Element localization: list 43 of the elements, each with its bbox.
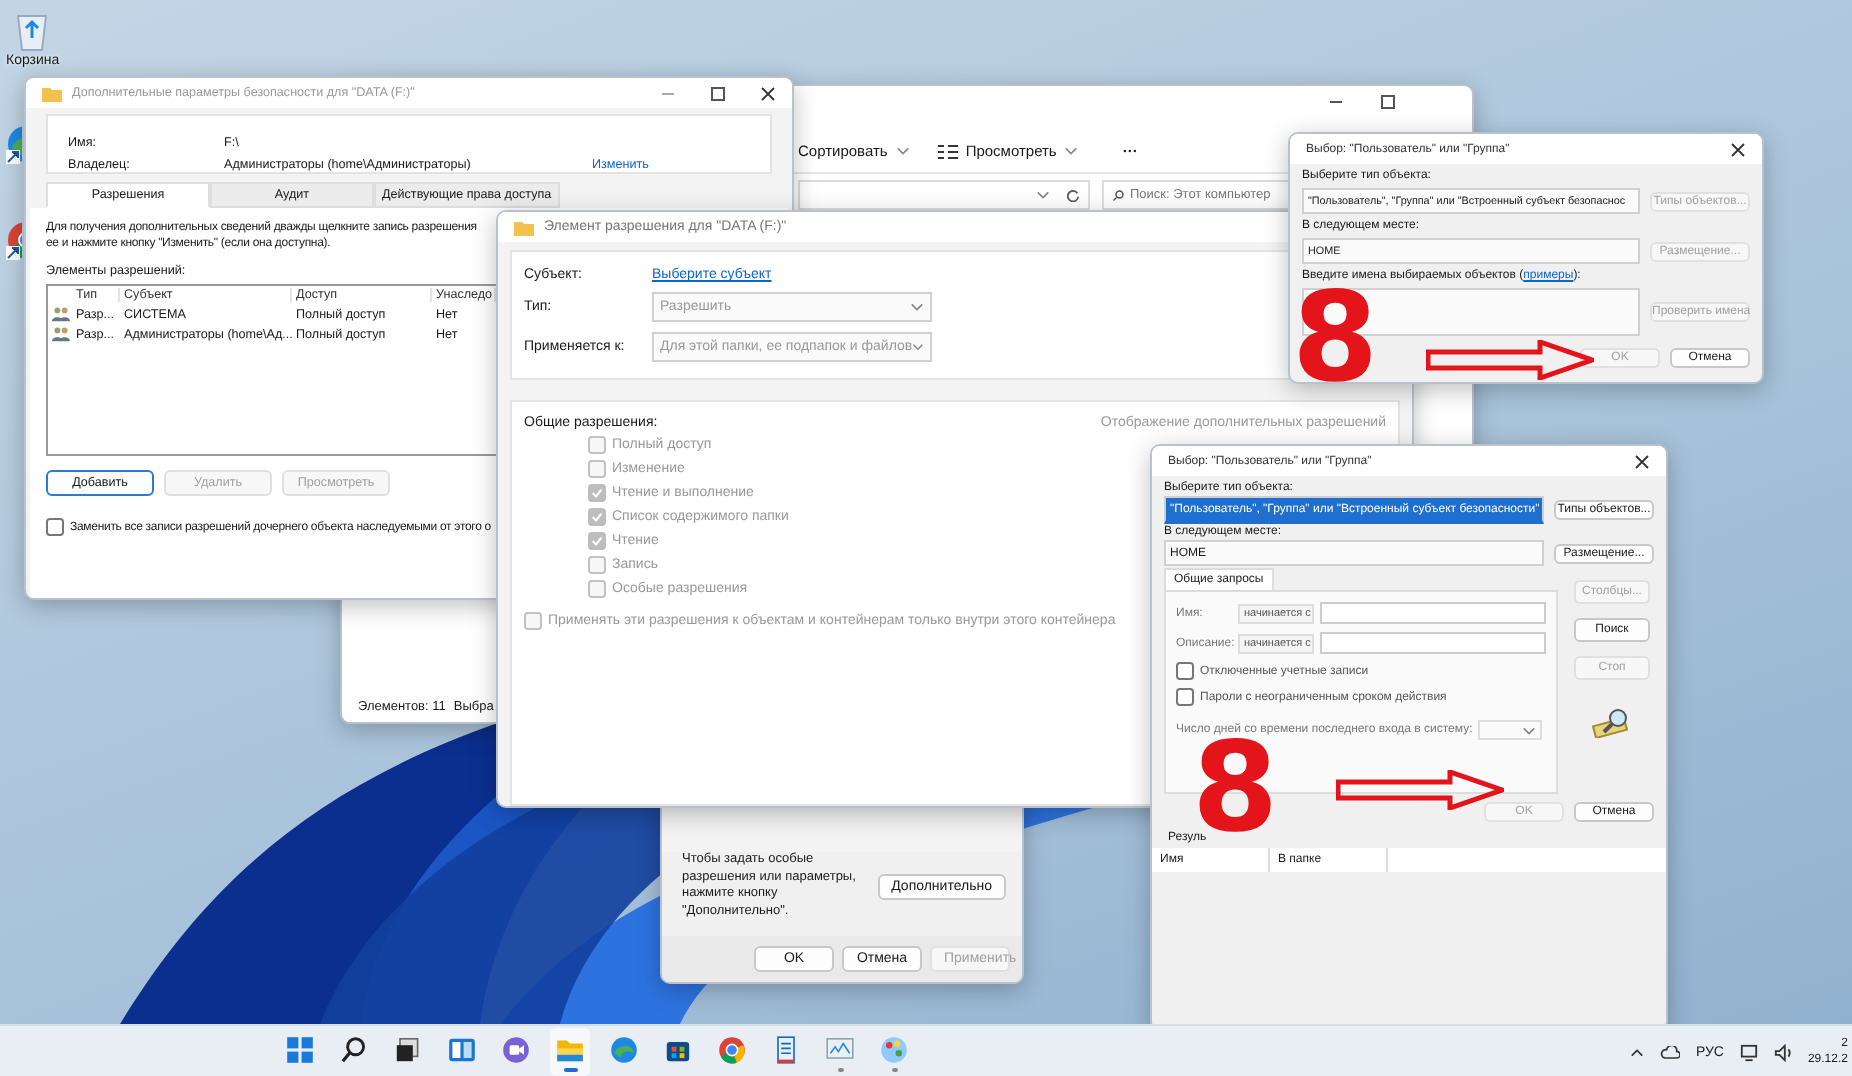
checkbox[interactable] [524, 612, 542, 630]
annotation-number: 8 [1292, 292, 1379, 385]
chat-icon [503, 1036, 529, 1062]
checkbox[interactable] [46, 518, 64, 537]
cloud-icon[interactable] [1659, 1045, 1680, 1059]
checkbox[interactable] [1176, 662, 1194, 680]
search-icon [1590, 706, 1634, 738]
chrome-icon [719, 1036, 745, 1063]
search-icon [1112, 189, 1124, 201]
close-icon[interactable] [1730, 141, 1746, 157]
annotation-number: 8 [1192, 742, 1279, 835]
close-icon[interactable] [1634, 453, 1650, 469]
chevron-down-icon [1064, 146, 1079, 156]
users-icon [52, 326, 70, 343]
start-icon [287, 1036, 313, 1062]
folder-icon [557, 1039, 583, 1061]
users-icon [52, 306, 70, 323]
name-input-field[interactable] [1320, 602, 1546, 624]
checkbox[interactable] [1176, 688, 1194, 706]
store-icon [666, 1041, 690, 1061]
search-icon [341, 1036, 366, 1062]
chevron-down-icon [1522, 725, 1537, 735]
browser-icon [611, 1036, 637, 1062]
chevron-down-icon [1036, 190, 1050, 200]
view-list-icon [937, 143, 958, 159]
network-icon[interactable] [1739, 1043, 1758, 1061]
volume-icon[interactable] [1773, 1043, 1792, 1061]
maximize-icon[interactable] [1380, 94, 1396, 110]
folder-icon [514, 219, 534, 235]
chevron-up-icon[interactable] [1629, 1047, 1644, 1057]
monitor-icon [826, 1037, 854, 1058]
chevron-down-icon [910, 302, 924, 312]
chevron-down-icon [895, 146, 910, 156]
chevron-down-icon [912, 342, 924, 352]
description-input-field[interactable] [1320, 632, 1546, 654]
task-view-icon [396, 1037, 419, 1061]
widgets-icon [449, 1037, 475, 1061]
close-icon[interactable] [760, 85, 776, 101]
paint-icon [881, 1036, 907, 1062]
notepad-icon [777, 1035, 795, 1063]
refresh-icon[interactable] [1066, 188, 1080, 202]
maximize-icon[interactable] [710, 85, 726, 101]
folder-icon [42, 85, 62, 101]
